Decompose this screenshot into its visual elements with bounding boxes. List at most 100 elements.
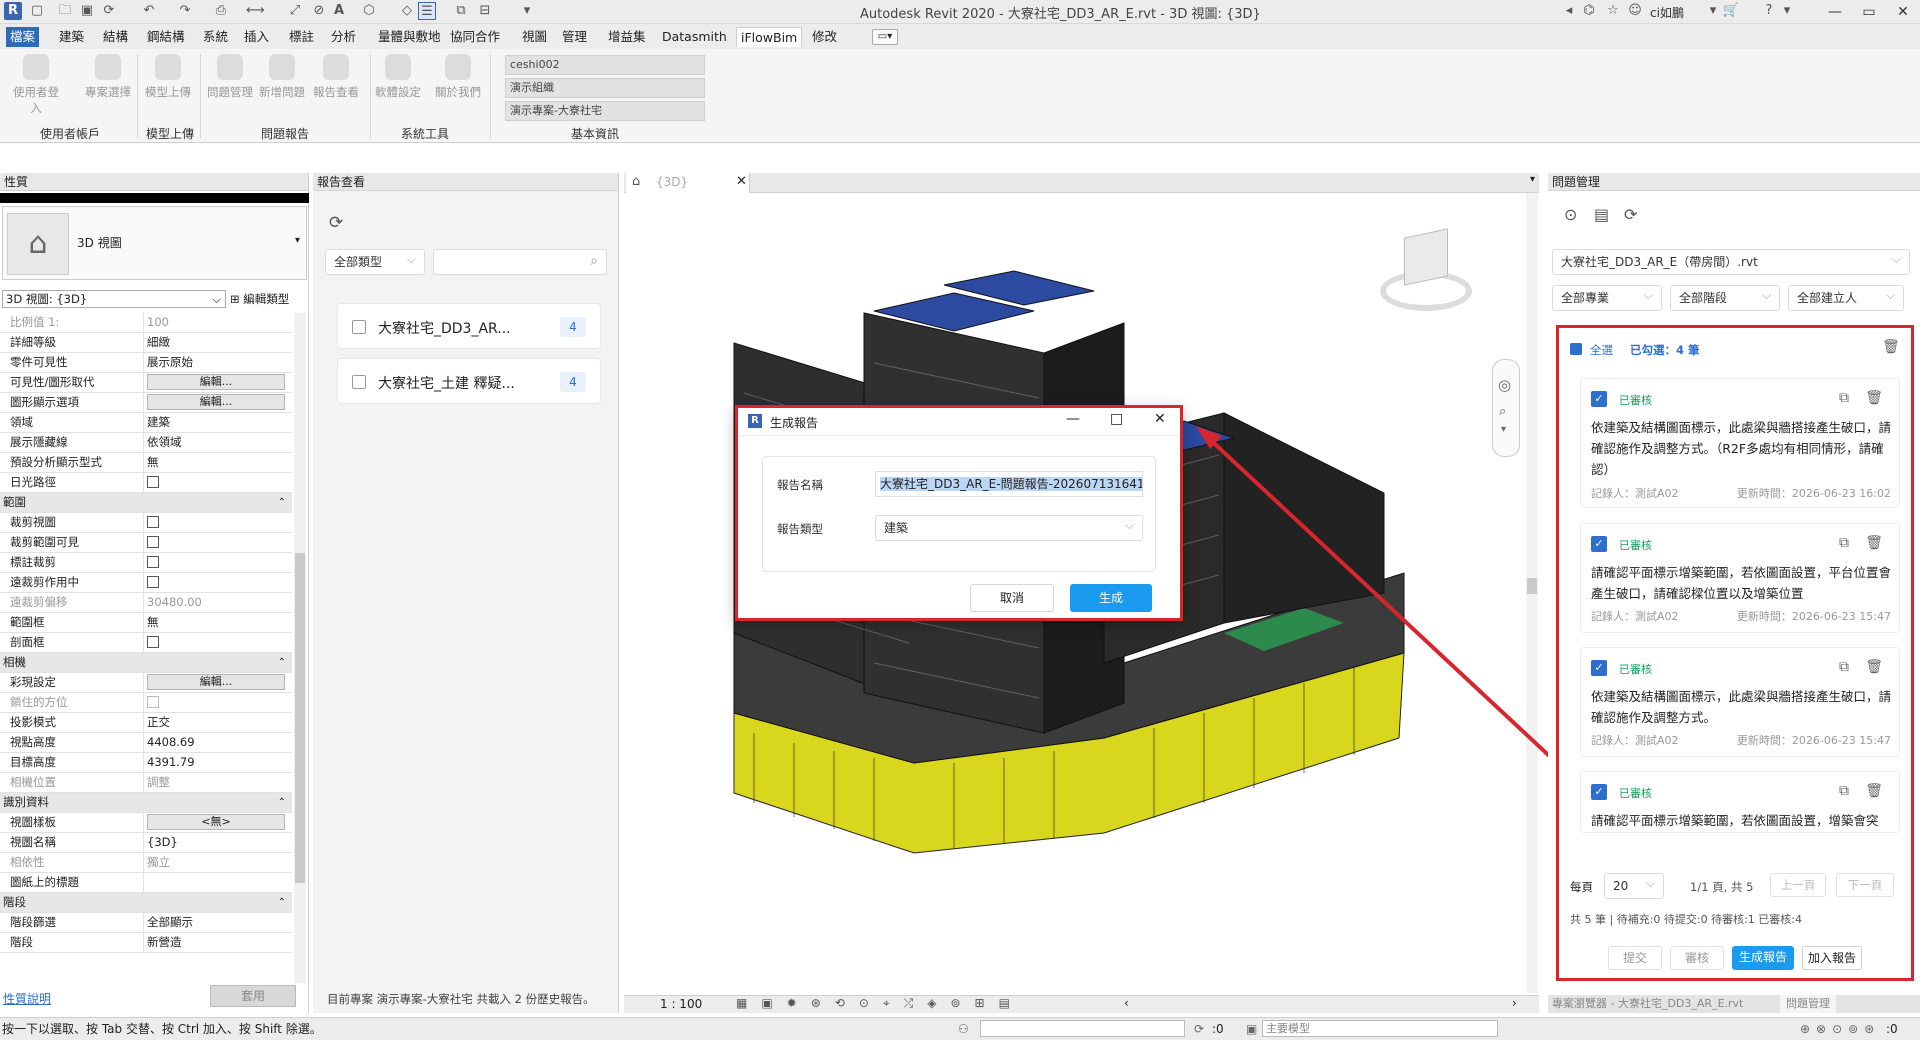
property-value[interactable]: 建築 xyxy=(143,413,291,432)
cancel-button[interactable]: 取消 xyxy=(970,584,1054,612)
select-all-checkbox[interactable] xyxy=(1570,343,1582,355)
customize-qa-icon[interactable]: ▾ xyxy=(518,2,536,20)
issue-card[interactable]: ✓ 已審核 ⧉ 🗑 依建築及結構圖面標示，此處梁與牆搭接產生破口，請確認施作及調整… xyxy=(1580,647,1900,757)
tab-4[interactable]: 系統 xyxy=(199,27,232,47)
tab-13[interactable]: Datasmith xyxy=(658,27,731,47)
ribbon-button-5[interactable]: 報告查看 xyxy=(310,54,362,110)
property-value[interactable]: 30480.00 xyxy=(143,593,291,612)
property-value[interactable] xyxy=(143,573,291,592)
ribbon-button-1[interactable]: 專案選擇 xyxy=(82,54,134,110)
property-edit-button[interactable]: <無> xyxy=(147,814,285,830)
dialog-maximize-button[interactable]: □ xyxy=(1110,411,1123,427)
copy-icon[interactable]: ⧉ xyxy=(1839,535,1849,551)
property-value[interactable]: 編輯... xyxy=(143,373,291,392)
generate-button[interactable]: 生成 xyxy=(1070,584,1152,612)
property-value[interactable]: 100 xyxy=(143,313,291,332)
property-value[interactable]: 正交 xyxy=(143,713,291,732)
document-icon[interactable]: ▤ xyxy=(1594,205,1609,224)
report-item[interactable]: 大寮社宅_土建 釋疑... 4 xyxy=(337,358,601,404)
trash-icon[interactable]: 🗑 xyxy=(1882,339,1900,355)
report-checkbox[interactable] xyxy=(352,320,366,334)
issue-management-tab[interactable]: 問題管理 xyxy=(1780,995,1836,1013)
property-checkbox[interactable] xyxy=(147,515,159,528)
nav-dropdown-icon[interactable]: ▾ xyxy=(1501,424,1506,435)
property-section[interactable]: 階段 ⌃ xyxy=(0,893,292,913)
design-option-select[interactable]: 主要模型 xyxy=(1262,1020,1498,1037)
add-to-report-button[interactable]: 加入報告 xyxy=(1802,946,1862,970)
type-selector[interactable]: ⌂ 3D 視圖 ▾ xyxy=(2,206,307,280)
property-value[interactable] xyxy=(143,533,291,552)
workset-select[interactable] xyxy=(980,1020,1185,1037)
property-edit-button[interactable]: 編輯... xyxy=(147,374,285,390)
property-value[interactable]: 細緻 xyxy=(143,333,291,352)
steering-wheel-icon[interactable]: ◎ xyxy=(1498,376,1511,394)
property-value[interactable] xyxy=(143,633,291,652)
zoom-icon[interactable]: ⌕ xyxy=(1499,404,1506,419)
ribbon-button-7[interactable]: 關於我們 xyxy=(432,54,484,110)
ribbon-button-6[interactable]: 軟體設定 xyxy=(372,54,424,110)
navigation-bar[interactable]: ◎ ⌕ ▾ xyxy=(1492,359,1520,457)
section-icon[interactable]: ◇ xyxy=(398,2,416,20)
binoculars-icon[interactable]: ⌬ xyxy=(1580,2,1598,20)
report-checkbox[interactable] xyxy=(352,375,366,389)
prev-page-button[interactable]: 上一頁 xyxy=(1770,873,1826,897)
3d-icon[interactable]: ⬡ xyxy=(360,2,378,20)
property-checkbox[interactable] xyxy=(147,695,159,708)
ribbon-button-3[interactable]: 問題管理 xyxy=(204,54,256,110)
view-scroll-left-icon[interactable]: ‹ xyxy=(1124,996,1129,1010)
collapse-icon[interactable]: ⌃ xyxy=(278,653,286,672)
ribbon-button-2[interactable]: 模型上傳 xyxy=(142,54,194,110)
property-value[interactable]: 依領域 xyxy=(143,433,291,452)
property-value[interactable]: 獨立 xyxy=(143,853,291,872)
tab-7[interactable]: 分析 xyxy=(327,27,360,47)
tab-1[interactable]: 建築 xyxy=(55,27,88,47)
property-value[interactable]: 編輯... xyxy=(143,673,291,692)
report-search-input[interactable]: ⌕ xyxy=(433,249,607,275)
tab-11[interactable]: 管理 xyxy=(558,27,591,47)
collapse-icon[interactable]: ⌃ xyxy=(278,793,286,812)
tag-icon[interactable]: ⊘ xyxy=(310,2,328,20)
issue-checkbox[interactable]: ✓ xyxy=(1591,536,1607,552)
view-tab[interactable]: ⌂ {3D} ✕ xyxy=(626,173,750,193)
submit-button[interactable]: 提交 xyxy=(1608,946,1662,970)
property-value[interactable] xyxy=(143,513,291,532)
review-button[interactable]: 審核 xyxy=(1670,946,1724,970)
property-value[interactable]: {3D} xyxy=(143,833,291,852)
tab-14[interactable]: iFlowBim xyxy=(736,27,803,47)
ribbon-button-0[interactable]: 使用者登入 xyxy=(10,54,62,115)
view-control-icons[interactable]: ▦▣✹⊛⟲⊙⌖⤮◈⊚⊞▤ xyxy=(736,996,1024,1011)
report-type-select[interactable]: 建築 xyxy=(875,513,1143,541)
collapse-icon[interactable]: ⌃ xyxy=(278,493,286,512)
edit-type-button[interactable]: ⊞ 編輯類型 xyxy=(230,290,307,308)
dimension-icon[interactable]: ⤢ xyxy=(286,2,304,20)
close-button[interactable]: ✕ xyxy=(1886,0,1920,24)
property-value[interactable]: 無 xyxy=(143,453,291,472)
property-value[interactable] xyxy=(143,873,291,892)
per-page-select[interactable]: 20 xyxy=(1604,871,1664,899)
tab-5[interactable]: 插入 xyxy=(240,27,273,47)
search-arrow-icon[interactable]: ◂ xyxy=(1560,2,1578,20)
tab-10[interactable]: 視圖 xyxy=(518,27,551,47)
property-section[interactable]: 識別資料 ⌃ xyxy=(0,793,292,813)
trash-icon[interactable]: 🗑 xyxy=(1865,783,1883,799)
properties-help-link[interactable]: 性質說明 xyxy=(3,990,51,1007)
property-checkbox[interactable] xyxy=(147,635,159,648)
tab-12[interactable]: 增益集 xyxy=(604,27,650,47)
trash-icon[interactable]: 🗑 xyxy=(1865,535,1883,551)
issue-card[interactable]: ✓ 已審核 ⧉ 🗑 請確認平面標示增築範圍，若依圖面設置，平台位置會產生破口，請確… xyxy=(1580,523,1900,633)
view-scale[interactable]: 1 : 100 xyxy=(660,997,702,1011)
user-icon[interactable]: ☺ xyxy=(1626,2,1644,20)
property-value[interactable]: 無 xyxy=(143,613,291,632)
view-cube-box[interactable] xyxy=(1404,228,1448,286)
help-dropdown-icon[interactable]: ▾ xyxy=(1778,2,1796,20)
report-type-filter[interactable]: 全部類型 xyxy=(325,247,425,275)
apply-button[interactable]: 套用 xyxy=(210,985,296,1007)
select-all-label[interactable]: 全選 xyxy=(1590,342,1613,358)
maximize-button[interactable]: ▭ xyxy=(1852,0,1886,24)
copy-icon[interactable]: ⧉ xyxy=(1839,783,1849,799)
collapse-icon[interactable]: ⌃ xyxy=(278,893,286,912)
property-value[interactable] xyxy=(143,553,291,572)
copy-icon[interactable]: ⧉ xyxy=(1839,659,1849,675)
property-checkbox[interactable] xyxy=(147,575,159,588)
property-value[interactable]: 編輯... xyxy=(143,393,291,412)
